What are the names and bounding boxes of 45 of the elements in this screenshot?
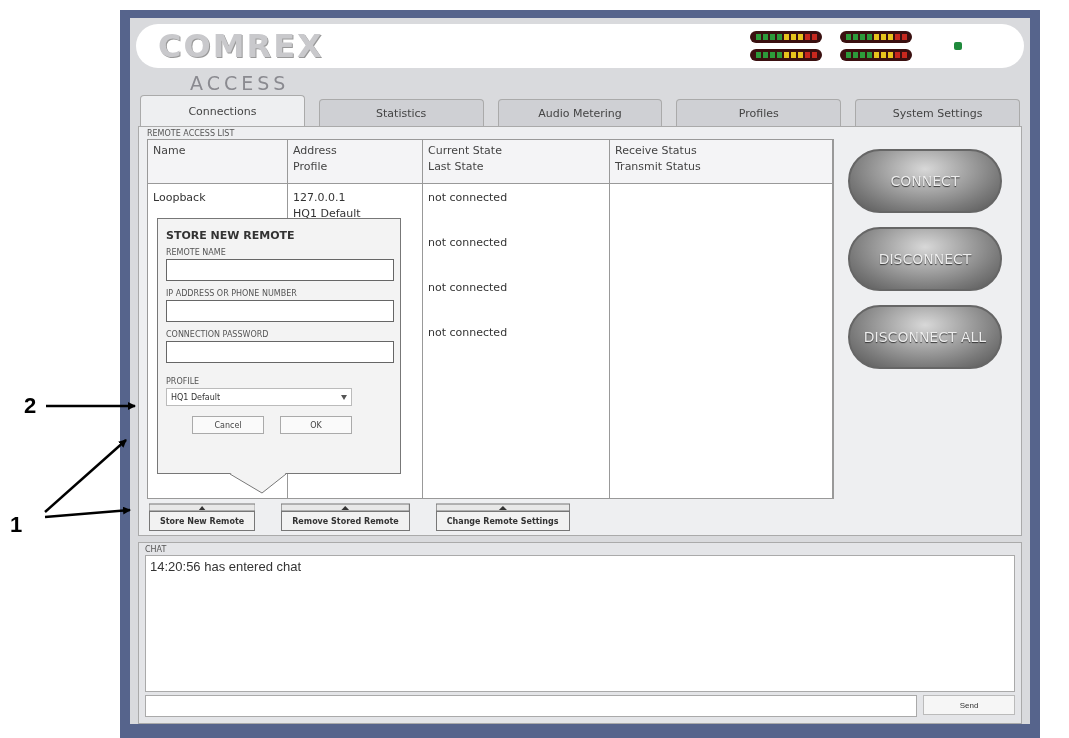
level-meter-icon <box>750 49 822 61</box>
column-header: Receive Status Transmit Status <box>610 140 833 184</box>
field-label: IP ADDRESS OR PHONE NUMBER <box>166 289 298 298</box>
table-cell: not connected <box>423 229 610 274</box>
section-label: CHAT <box>145 545 168 555</box>
input-field[interactable] <box>166 300 394 322</box>
tab[interactable]: Profiles <box>676 99 842 126</box>
tab[interactable]: Statistics <box>318 99 484 126</box>
table-cell: not connected <box>423 184 610 229</box>
callout-number: 1 <box>10 512 23 538</box>
input-field[interactable] <box>166 341 394 363</box>
caret-icon <box>435 503 570 511</box>
level-meter-icon <box>750 31 822 43</box>
table-cell: not connected <box>423 274 610 319</box>
status-led-icon <box>954 42 962 50</box>
table-cell: not connected <box>423 319 610 364</box>
caret-icon <box>281 503 410 511</box>
tab[interactable]: Audio Metering <box>497 99 663 126</box>
logo: COMREX <box>158 27 325 65</box>
dialog-button[interactable]: Cancel <box>192 416 264 434</box>
level-meter-icon <box>840 31 912 43</box>
level-meter-icon <box>840 49 912 61</box>
dialog-title: STORE NEW REMOTE <box>166 229 296 242</box>
input-field[interactable] <box>166 259 394 281</box>
profile-dropdown[interactable]: HQ1 Default <box>166 388 352 406</box>
send-button[interactable]: Send <box>923 695 1015 715</box>
column-header: Current State Last State <box>423 140 610 184</box>
caret-icon <box>341 394 347 400</box>
caret-icon <box>149 503 256 511</box>
field-label: CONNECTION PASSWORD <box>166 330 270 339</box>
callout-number: 2 <box>24 393 37 419</box>
remote-button[interactable]: Remove Stored Remote <box>281 511 410 531</box>
chat-input[interactable] <box>145 695 917 717</box>
field-label: REMOTE NAME <box>166 248 227 257</box>
dialog-button[interactable]: OK <box>280 416 352 434</box>
remote-button[interactable]: Store New Remote <box>149 511 256 531</box>
section-label: REMOTE ACCESS LIST <box>147 129 236 139</box>
column-header: Name <box>148 140 288 184</box>
remote-button[interactable]: Change Remote Settings <box>435 511 570 531</box>
column-header: Address Profile <box>288 140 423 184</box>
field-label: PROFILE <box>166 377 201 386</box>
product-logo: ACCESS <box>190 72 291 96</box>
tab[interactable]: System Settings <box>855 99 1020 126</box>
tab[interactable]: Connections <box>140 95 305 126</box>
chat-message: 14:20:56 has entered chat <box>150 559 303 574</box>
